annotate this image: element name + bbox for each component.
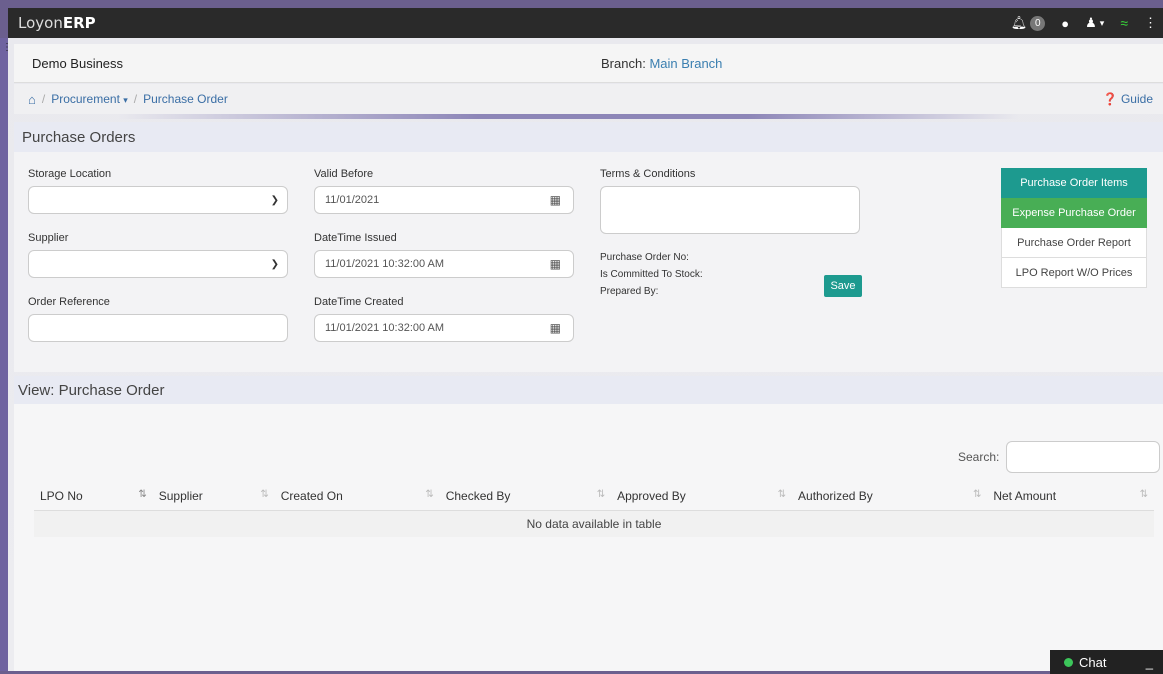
datetime-created-value: 11/01/2021 10:32:00 AM: [325, 322, 445, 334]
branch-label: Branch:: [601, 55, 646, 71]
notifications-button[interactable]: 🔔︎ 0: [1011, 15, 1046, 31]
view-section-title: View: Purchase Order: [14, 376, 1163, 404]
po-number-label: Purchase Order No:: [600, 252, 689, 263]
datetime-issued-value: 11/01/2021 10:32:00 AM: [325, 258, 445, 270]
prepared-by-label: Prepared By:: [600, 286, 659, 297]
minimize-icon[interactable]: _: [1146, 655, 1153, 670]
calendar-icon[interactable]: ▦: [550, 321, 561, 335]
column-header[interactable]: Net Amount ⇅: [987, 482, 1154, 511]
left-rail: [0, 38, 8, 671]
sort-icon: ⇅: [138, 489, 147, 500]
chevron-down-icon: ❯: [270, 258, 279, 270]
more-menu-icon[interactable]: ⋮: [1144, 15, 1157, 31]
empty-table-message: No data available in table: [34, 510, 1154, 537]
column-header[interactable]: Authorized By ⇅: [792, 482, 988, 511]
chevron-down-icon: ▾: [1099, 17, 1105, 28]
wifi-icon: ≈: [1120, 15, 1128, 31]
storage-location-label: Storage Location: [28, 168, 112, 180]
valid-before-value: 11/01/2021: [325, 194, 380, 206]
calendar-icon[interactable]: ▦: [550, 257, 561, 271]
chevron-down-icon: ❯: [270, 194, 279, 206]
main-content: Demo Business Branch: Main Branch ⌂ / Pr…: [8, 38, 1163, 671]
search-input[interactable]: [1006, 441, 1160, 473]
datetime-issued-input[interactable]: 11/01/2021 10:32:00 AM ▦: [314, 250, 574, 278]
terms-label: Terms & Conditions: [600, 168, 696, 180]
breadcrumb-separator: /: [133, 92, 138, 106]
lpo-report-button[interactable]: LPO Report W/O Prices: [1001, 258, 1147, 288]
chat-label: Chat: [1079, 654, 1107, 670]
user-icon: ♟: [1085, 15, 1097, 30]
purchase-order-report-button[interactable]: Purchase Order Report: [1001, 228, 1147, 258]
purchase-orders-panel: Purchase Orders Storage Location ❯ Suppl…: [14, 122, 1163, 372]
order-reference-label: Order Reference: [28, 296, 110, 308]
user-menu-button[interactable]: ♟ ▾: [1085, 15, 1104, 31]
terms-textarea[interactable]: [600, 186, 860, 234]
brand-prefix: Loyon: [18, 14, 63, 32]
accent-divider: [118, 114, 1018, 119]
branch-info: Branch: Main Branch: [601, 56, 722, 71]
table-row: No data available in table: [34, 510, 1154, 537]
datetime-issued-label: DateTime Issued: [314, 232, 397, 244]
breadcrumb-current[interactable]: Purchase Order: [143, 92, 228, 106]
sort-icon: ⇅: [1139, 489, 1148, 500]
sort-icon: ⇅: [777, 489, 787, 500]
brand-suffix: ERP: [62, 14, 96, 32]
datetime-created-input[interactable]: 11/01/2021 10:32:00 AM ▦: [314, 314, 574, 342]
search-label: Search:: [958, 450, 1000, 464]
chat-bubbles-icon: ●: [1061, 15, 1070, 31]
sort-icon: ⇅: [425, 489, 434, 500]
business-bar: Demo Business Branch: Main Branch: [14, 44, 1163, 83]
sort-icon: ⇅: [972, 489, 982, 500]
top-navbar: LoyonERP 🔔︎ 0 ● ♟ ▾ ≈ ⋮: [8, 8, 1163, 38]
breadcrumb: ⌂ / Procurement ▾ / Purchase Order ❓ Gui…: [14, 84, 1163, 114]
purchase-order-table: LPO No ⇅ Supplier ⇅ Created On ⇅ Checked By…: [34, 482, 1154, 537]
purchase-order-items-button[interactable]: Purchase Order Items: [1001, 168, 1147, 198]
online-status-icon: [1064, 657, 1073, 667]
table-header-row: LPO No ⇅ Supplier ⇅ Created On ⇅ Checked By…: [34, 482, 1154, 511]
guide-link[interactable]: ❓ Guide: [1103, 92, 1153, 106]
calendar-icon[interactable]: ▦: [550, 193, 561, 207]
question-circle-icon: ❓: [1102, 92, 1118, 106]
view-section: Search: LPO No ⇅ Supplier ⇅ Created On ⇅ Ch…: [14, 404, 1163, 671]
committed-label: Is Committed To Stock:: [600, 269, 703, 280]
column-header[interactable]: Created On ⇅: [274, 482, 440, 511]
breadcrumb-procurement[interactable]: Procurement ▾: [51, 92, 128, 106]
panel-title: Purchase Orders: [14, 122, 1163, 152]
order-reference-input[interactable]: [28, 314, 288, 342]
supplier-label: Supplier: [28, 232, 69, 244]
messages-button[interactable]: ●: [1061, 16, 1069, 31]
datetime-created-label: DateTime Created: [314, 296, 404, 308]
column-header[interactable]: Supplier ⇅: [152, 482, 275, 511]
business-name: Demo Business: [32, 55, 124, 71]
caret-down-icon: ▾: [123, 95, 128, 105]
valid-before-input[interactable]: 11/01/2021 ▦: [314, 186, 574, 214]
breadcrumb-separator: /: [41, 92, 46, 106]
valid-before-label: Valid Before: [314, 168, 374, 180]
home-icon[interactable]: ⌂: [28, 92, 36, 107]
expense-purchase-order-button[interactable]: Expense Purchase Order: [1001, 198, 1147, 228]
side-action-buttons: Purchase Order Items Expense Purchase Or…: [1001, 168, 1147, 288]
column-header[interactable]: Checked By ⇅: [439, 482, 612, 511]
storage-location-select[interactable]: ❯: [28, 186, 288, 214]
sort-icon: ⇅: [260, 489, 269, 500]
sort-icon: ⇅: [596, 489, 606, 500]
save-button[interactable]: Save: [824, 275, 862, 297]
column-header[interactable]: Approved By ⇅: [611, 482, 793, 511]
supplier-select[interactable]: ❯: [28, 250, 288, 278]
column-header[interactable]: LPO No ⇅: [34, 482, 153, 511]
notification-badge: 0: [1030, 15, 1046, 31]
app-logo[interactable]: LoyonERP: [18, 14, 96, 32]
chat-widget[interactable]: Chat _: [1050, 650, 1163, 674]
bell-icon: 🔔︎: [1010, 15, 1028, 30]
branch-value[interactable]: Main Branch: [649, 56, 722, 71]
